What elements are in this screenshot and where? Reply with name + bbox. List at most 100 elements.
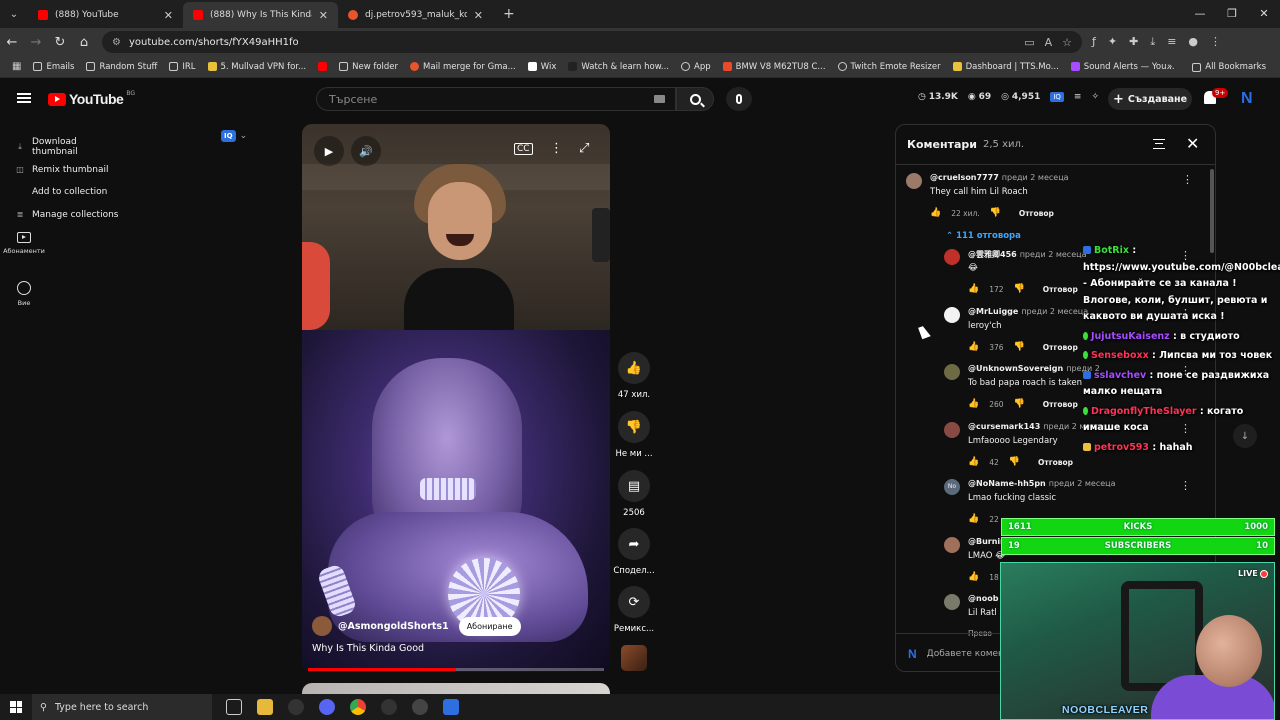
bookmark-item[interactable]: IRL [163,62,201,72]
like-action[interactable]: 👍 47 хил. [614,352,654,400]
remix-action[interactable]: ⟳ Ремикс... [614,586,654,634]
bookmark-item[interactable]: App [675,62,717,72]
app-icon[interactable] [288,699,304,715]
thumbs-up-icon[interactable]: 👍 [930,208,941,218]
dislike-action[interactable]: 👎 Не ми ... [614,411,654,459]
extension-icon[interactable]: ƒ [1092,35,1096,49]
app-icon[interactable] [443,699,459,715]
forward-icon[interactable]: → [24,35,48,50]
play-icon[interactable]: ▶ [314,136,344,166]
browser-tab-short[interactable]: (888) Why Is This Kinda Good - ✕ [183,2,338,28]
bookmark-item[interactable]: Watch & learn how... [562,62,675,72]
avatar[interactable] [944,249,960,265]
bookmark-item[interactable]: Sound Alerts — You... [1065,62,1181,72]
comment-time[interactable]: преди 2 месеца [1002,173,1069,182]
avatar[interactable] [944,364,960,380]
bookmark-item[interactable]: Mail merge for Gma... [404,62,522,72]
keyboard-icon[interactable] [654,95,665,103]
iq-dropdown[interactable]: IQ ⌄ [221,130,247,142]
comment-author[interactable]: @雲雅卿456 [968,250,1017,259]
close-icon[interactable]: ✕ [1186,134,1199,153]
obs-icon[interactable] [381,699,397,715]
account-avatar[interactable]: N [1241,90,1253,108]
reply-button[interactable]: Отговор [1043,400,1078,409]
extension-bug-icon[interactable]: ✧ [1091,92,1099,102]
avatar[interactable] [944,307,960,323]
extension-icon[interactable]: ✦ [1108,35,1117,49]
avatar[interactable] [944,594,960,610]
profile-icon[interactable]: ● [1188,35,1198,49]
comment-time[interactable]: преди 2 месеца [1020,250,1087,259]
bookmark-item[interactable] [312,62,333,71]
chrome-icon[interactable] [350,699,366,715]
new-tab-icon[interactable]: + [493,6,525,22]
thumbs-up-icon[interactable]: 👍 [968,457,979,467]
fullscreen-icon[interactable]: ⤢ [579,141,589,156]
taskbar-search[interactable]: ⚲ Type here to search [32,694,212,720]
thumbs-down-icon[interactable]: 👎 [1009,457,1020,467]
search-input[interactable]: Търсене [316,87,676,111]
playback-progress[interactable] [308,668,604,671]
apps-grid-icon[interactable]: ▦ [6,61,27,72]
thumbs-up-icon[interactable]: 👍 [968,572,979,582]
minimize-icon[interactable]: — [1184,0,1216,28]
install-app-icon[interactable]: ▭ [1024,36,1034,49]
bookmark-item[interactable]: Twitch Emote Resizer [832,62,947,72]
thumbs-up-icon[interactable]: 👍 [968,514,979,524]
search-button[interactable] [676,87,714,111]
arrow-down-icon[interactable]: ↓ [1233,424,1257,448]
bookmark-star-icon[interactable]: ☆ [1062,36,1072,49]
more-options-icon[interactable]: ⋮ [1180,479,1191,492]
reading-list-icon[interactable]: ≡ [1167,35,1176,49]
home-icon[interactable]: ⌂ [72,35,96,50]
captions-icon[interactable]: CC [514,143,533,155]
comments-action[interactable]: ▤ 2506 [614,470,654,518]
all-bookmarks[interactable]: All Bookmarks [1186,62,1272,72]
bookmark-item[interactable]: New folder [333,62,404,72]
comment-author[interactable]: @noob [968,594,998,603]
start-button[interactable] [0,701,32,713]
avatar[interactable] [944,537,960,553]
comment-time[interactable]: преди 2 месеца [1021,307,1088,316]
more-bookmarks-icon[interactable]: » [1167,62,1172,72]
reply-button[interactable]: Отговор [1043,285,1078,294]
bookmark-item[interactable]: BMW V8 M62TU8 C... [717,62,832,72]
browser-menu-icon[interactable]: ⋮ [1210,35,1221,49]
bookmark-item[interactable]: Dashboard | TTS.Mo... [947,62,1065,72]
guide-you[interactable]: Вие [0,281,48,307]
volume-icon[interactable]: 🔊 [351,136,381,166]
comment-author[interactable]: @NoName-hh5pn [968,479,1046,488]
youtube-logo[interactable]: YouTube BG [48,90,135,107]
more-options-icon[interactable]: ⋮ [1182,173,1193,186]
add-to-collection-item[interactable]: Add to collection [10,181,125,204]
thumbs-up-icon[interactable]: 👍 [968,342,979,352]
url-bar[interactable]: ⚙ youtube.com/shorts/fYX49aHH1fo ▭ A ☆ [102,31,1082,53]
channel-avatar[interactable] [312,616,332,636]
replies-toggle[interactable]: ⌃ 111 отговора [946,231,1021,241]
avatar[interactable] [906,173,922,189]
comment-time[interactable]: преди 2 месеца [1049,479,1116,488]
bookmark-item[interactable]: Random Stuff [80,62,163,72]
reply-button[interactable]: Отговор [1038,458,1073,467]
subscribe-button[interactable]: Абониране [458,616,521,636]
site-info-icon[interactable]: ⚙ [112,37,121,48]
comment-author[interactable]: @MrLuigge [968,307,1018,316]
manage-collections-item[interactable]: ≣ Manage collections [10,204,125,227]
guide-subscriptions[interactable]: Абонаменти [0,232,48,255]
discord-icon[interactable] [319,699,335,715]
task-view-icon[interactable] [226,699,242,715]
sort-icon[interactable] [1153,139,1165,149]
comment-author[interactable]: @cursemark143 [968,422,1040,431]
thumbs-down-icon[interactable]: 👎 [1014,399,1025,409]
back-icon[interactable]: ← [0,35,24,50]
bookmark-item[interactable]: Emails [27,62,80,72]
reply-button[interactable]: Отговор [1019,209,1054,218]
voice-search-button[interactable] [726,87,752,111]
more-options-icon[interactable]: ⋮ [550,141,563,156]
download-thumbnail-item[interactable]: ⤓ Download thumbnail [10,136,125,159]
thumbs-down-icon[interactable]: 👎 [990,208,1001,218]
remix-thumbnail-item[interactable]: ◫ Remix thumbnail [10,159,125,182]
share-action[interactable]: ➦ Сподел... [613,528,655,576]
thumbs-up-icon[interactable]: 👍 [968,284,979,294]
short-title[interactable]: Why Is This Kinda Good [312,643,424,654]
